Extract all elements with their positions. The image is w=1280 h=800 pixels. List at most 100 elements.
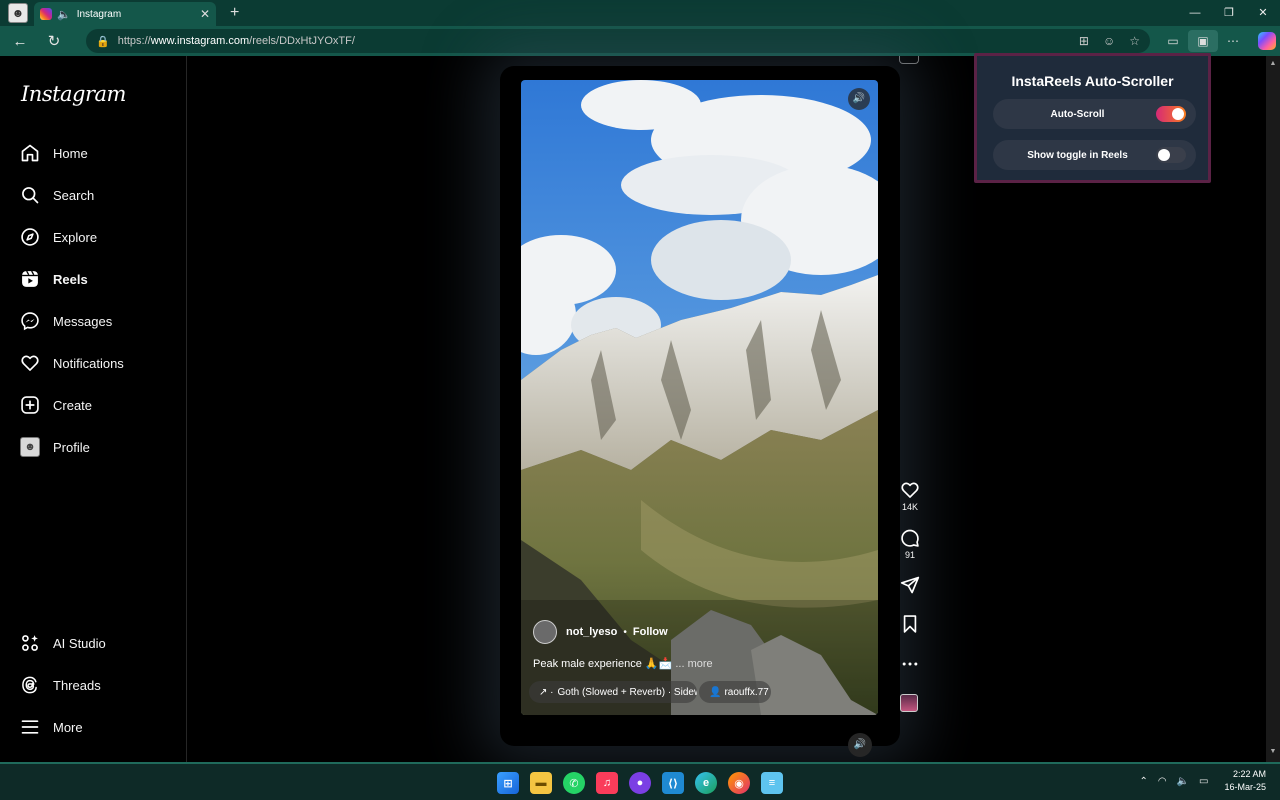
share-button[interactable] (893, 575, 927, 595)
separator-dot: • (623, 626, 627, 638)
wifi-icon[interactable]: ◠ (1158, 776, 1167, 787)
author-username[interactable]: not_lyeso (566, 626, 617, 638)
compass-icon (21, 228, 39, 246)
tab-title: Instagram (76, 8, 122, 20)
reels-icon (22, 270, 38, 287)
profile-avatar: ☻ (20, 437, 40, 457)
reel-caption: Peak male experience 🙏📩 ... more (533, 657, 713, 670)
sidebar-item-search[interactable]: Search (20, 183, 94, 207)
previous-reel-audio-thumb[interactable] (899, 56, 919, 64)
bookmark-icon (903, 615, 917, 633)
show-toggle-row[interactable]: Show toggle in Reels (993, 140, 1196, 170)
scroll-up-arrow-icon[interactable]: ▲ (1266, 60, 1280, 67)
sidebar-item-messages[interactable]: Messages (20, 309, 112, 333)
address-bar[interactable]: 🔒 https://www.instagram.com/reels/DDxHtJ… (86, 29, 1150, 53)
sidebar-item-label: AI Studio (53, 635, 106, 651)
auto-scroll-row[interactable]: Auto-Scroll (993, 99, 1196, 129)
apple-music-icon[interactable]: ♫ (596, 772, 618, 794)
refresh-icon[interactable]: ↻ (40, 32, 68, 50)
app-available-icon[interactable]: ⊞ (1079, 34, 1089, 48)
ai-studio-icon (22, 635, 38, 651)
copilot-icon[interactable] (1258, 32, 1276, 50)
ellipsis-icon (902, 662, 918, 666)
windows-taskbar: ⊞ ▬ ✆ ♫ ● ⟨⟩ e ◉ ≡ ⌃ ◠ 🔈 ▭ 2:22 AM 16-Ma… (0, 762, 1280, 800)
whatsapp-icon[interactable]: ✆ (563, 772, 585, 794)
caption-more-link[interactable]: ... more (675, 658, 712, 670)
save-button[interactable] (893, 614, 927, 634)
browser-profile-avatar[interactable]: ☻ (8, 3, 28, 23)
sidebar-item-explore[interactable]: Explore (20, 225, 97, 249)
tagged-user-chip[interactable]: 👤 raouffx.77 (699, 681, 771, 703)
sidebar-item-profile[interactable]: ☻ Profile (20, 435, 90, 459)
firefox-icon[interactable]: ◉ (728, 772, 750, 794)
favorite-star-icon[interactable]: ☆ (1129, 34, 1140, 48)
settings-more-icon[interactable]: ⋯ (1218, 34, 1248, 48)
sidebar-item-create[interactable]: Create (20, 393, 92, 417)
original-audio-thumbnail[interactable] (900, 694, 918, 712)
sidebar-item-label: Search (53, 187, 95, 203)
sidebar-item-notifications[interactable]: Notifications (20, 351, 124, 375)
sidebar-item-label: Messages (53, 313, 113, 329)
minimize-icon[interactable]: — (1178, 0, 1212, 26)
show-toggle-in-reels-toggle[interactable] (1156, 147, 1186, 163)
sidebar-item-ai-studio[interactable]: AI Studio (20, 631, 106, 655)
instareels-extension-icon[interactable]: ▣ (1188, 30, 1218, 52)
lock-icon[interactable]: 🔒 (96, 35, 110, 48)
audio-chip[interactable]: ↗ · Goth (Slowed + Reverb) · Sidewalks a… (529, 681, 697, 703)
more-options-button[interactable] (893, 654, 927, 674)
like-count: 14K (901, 502, 918, 512)
back-arrow-icon[interactable]: ← (6, 33, 34, 50)
sidebar-item-home[interactable]: Home (20, 141, 88, 165)
sidebar: Instagram Home Search Explore Reels Mess… (0, 56, 187, 762)
windows-start-icon[interactable]: ⊞ (497, 772, 519, 794)
browser-tabbar: ☻ 🔈 Instagram ✕ + — ❐ ✕ (0, 0, 1280, 26)
chevron-up-icon[interactable]: ⌃ (1139, 776, 1147, 787)
sidebar-item-reels[interactable]: Reels (20, 267, 88, 291)
battery-icon[interactable]: ▭ (1199, 776, 1208, 787)
clock-time: 2:22 AM (1232, 769, 1266, 779)
instagram-logo[interactable]: Instagram (21, 82, 126, 106)
sidebar-item-more[interactable]: More (20, 715, 83, 739)
tab-close-icon[interactable]: ✕ (200, 7, 210, 21)
page-scrollbar[interactable]: ▲ ▼ (1266, 56, 1280, 762)
smiley-feedback-icon[interactable]: ☺ (1103, 34, 1115, 48)
vscode-icon[interactable]: ⟨⟩ (662, 772, 684, 794)
browser-tab-instagram[interactable]: 🔈 Instagram ✕ (34, 2, 216, 26)
like-button[interactable]: 14K (893, 480, 927, 512)
clock[interactable]: 2:22 AM 16-Mar-25 (1224, 768, 1266, 794)
sidebar-item-label: More (53, 719, 83, 735)
reel-video[interactable]: 🔊 not_lyeso • Follow Peak male experienc… (521, 80, 878, 715)
sidebar-item-label: Create (53, 397, 93, 413)
messenger-icon (21, 312, 39, 331)
taskbar-apps: ⊞ ▬ ✆ ♫ ● ⟨⟩ e ◉ ≡ (497, 772, 794, 794)
notepad-icon[interactable]: ≡ (761, 772, 783, 794)
url-text[interactable]: https://www.instagram.com/reels/DDxHtJYO… (118, 35, 1065, 47)
volume-icon[interactable]: 🔈 (1177, 776, 1189, 787)
edge-icon[interactable]: e (695, 772, 717, 794)
sidebar-item-label: Reels (53, 271, 88, 287)
comment-bubble-icon (901, 529, 919, 547)
author-avatar[interactable] (533, 620, 557, 644)
sidebar-item-label: Notifications (53, 355, 124, 371)
heart-icon (901, 482, 919, 498)
search-icon (22, 187, 39, 204)
speaker-icon[interactable]: 🔈 (57, 8, 71, 21)
scroll-down-arrow-icon[interactable]: ▼ (1266, 748, 1280, 755)
reel-speaker-icon[interactable]: 🔊 (848, 88, 870, 110)
restore-icon[interactable]: ❐ (1212, 0, 1246, 26)
auto-scroll-toggle[interactable] (1156, 106, 1186, 122)
comment-button[interactable]: 91 (893, 528, 927, 560)
file-explorer-icon[interactable]: ▬ (530, 772, 552, 794)
sidebar-item-threads[interactable]: Threads (20, 673, 101, 697)
sidebar-item-label: Explore (53, 229, 98, 245)
close-window-icon[interactable]: ✕ (1246, 0, 1280, 26)
split-screen-icon[interactable]: ▭ (1158, 34, 1188, 48)
follow-button[interactable]: Follow (633, 626, 668, 638)
github-desktop-icon[interactable]: ● (629, 772, 651, 794)
new-tab-plus-icon[interactable]: + (230, 4, 239, 22)
sidebar-item-label: Home (53, 145, 88, 161)
mute-toggle-icon[interactable]: 🔊 (848, 733, 872, 757)
plus-square-icon (21, 396, 39, 414)
system-tray: ⌃ ◠ 🔈 ▭ 2:22 AM 16-Mar-25 (1139, 768, 1266, 794)
menu-icon (21, 720, 39, 734)
